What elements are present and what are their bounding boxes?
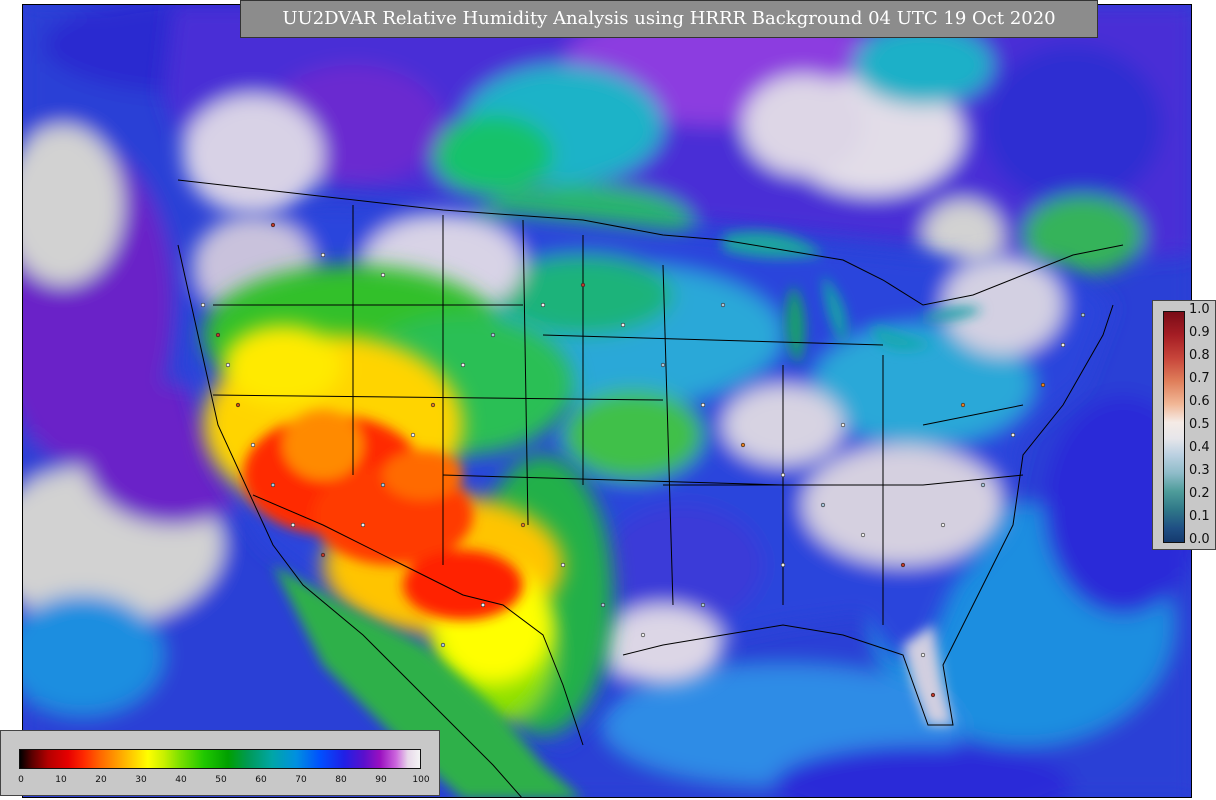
station-legend-label: 0.1 — [1189, 509, 1210, 524]
station-legend-label: 0.9 — [1189, 325, 1210, 340]
map-canvas — [23, 5, 1191, 797]
station-legend-label: 0.4 — [1189, 440, 1210, 455]
humidity-colorbar — [19, 749, 421, 769]
humidity-legend-label: 10 — [55, 775, 67, 785]
station-legend-label: 1.0 — [1189, 302, 1210, 317]
humidity-legend-label: 30 — [135, 775, 147, 785]
station-colorbar — [1163, 311, 1185, 543]
humidity-legend-label: 0 — [18, 775, 24, 785]
humidity-legend-label: 50 — [215, 775, 227, 785]
humidity-colorbar-legend: 0 10 20 30 40 50 60 70 80 90 100 — [0, 730, 440, 796]
humidity-map[interactable] — [22, 4, 1192, 798]
humidity-legend-label: 20 — [95, 775, 107, 785]
humidity-legend-label: 40 — [175, 775, 187, 785]
station-value-legend: 1.0 0.9 0.8 0.7 0.6 0.5 0.4 0.3 0.2 0.1 … — [1152, 300, 1216, 550]
station-legend-label: 0.0 — [1189, 532, 1210, 547]
station-legend-label: 0.2 — [1189, 486, 1210, 501]
humidity-legend-label: 100 — [412, 775, 430, 785]
humidity-legend-label: 70 — [295, 775, 307, 785]
station-legend-label: 0.3 — [1189, 463, 1210, 478]
station-legend-label: 0.8 — [1189, 348, 1210, 363]
station-legend-label: 0.7 — [1189, 371, 1210, 386]
humidity-legend-label: 90 — [375, 775, 387, 785]
station-legend-label: 0.5 — [1189, 417, 1210, 432]
map-title: UU2DVAR Relative Humidity Analysis using… — [240, 0, 1098, 38]
humidity-legend-label: 60 — [255, 775, 267, 785]
humidity-legend-label: 80 — [335, 775, 347, 785]
station-legend-label: 0.6 — [1189, 394, 1210, 409]
